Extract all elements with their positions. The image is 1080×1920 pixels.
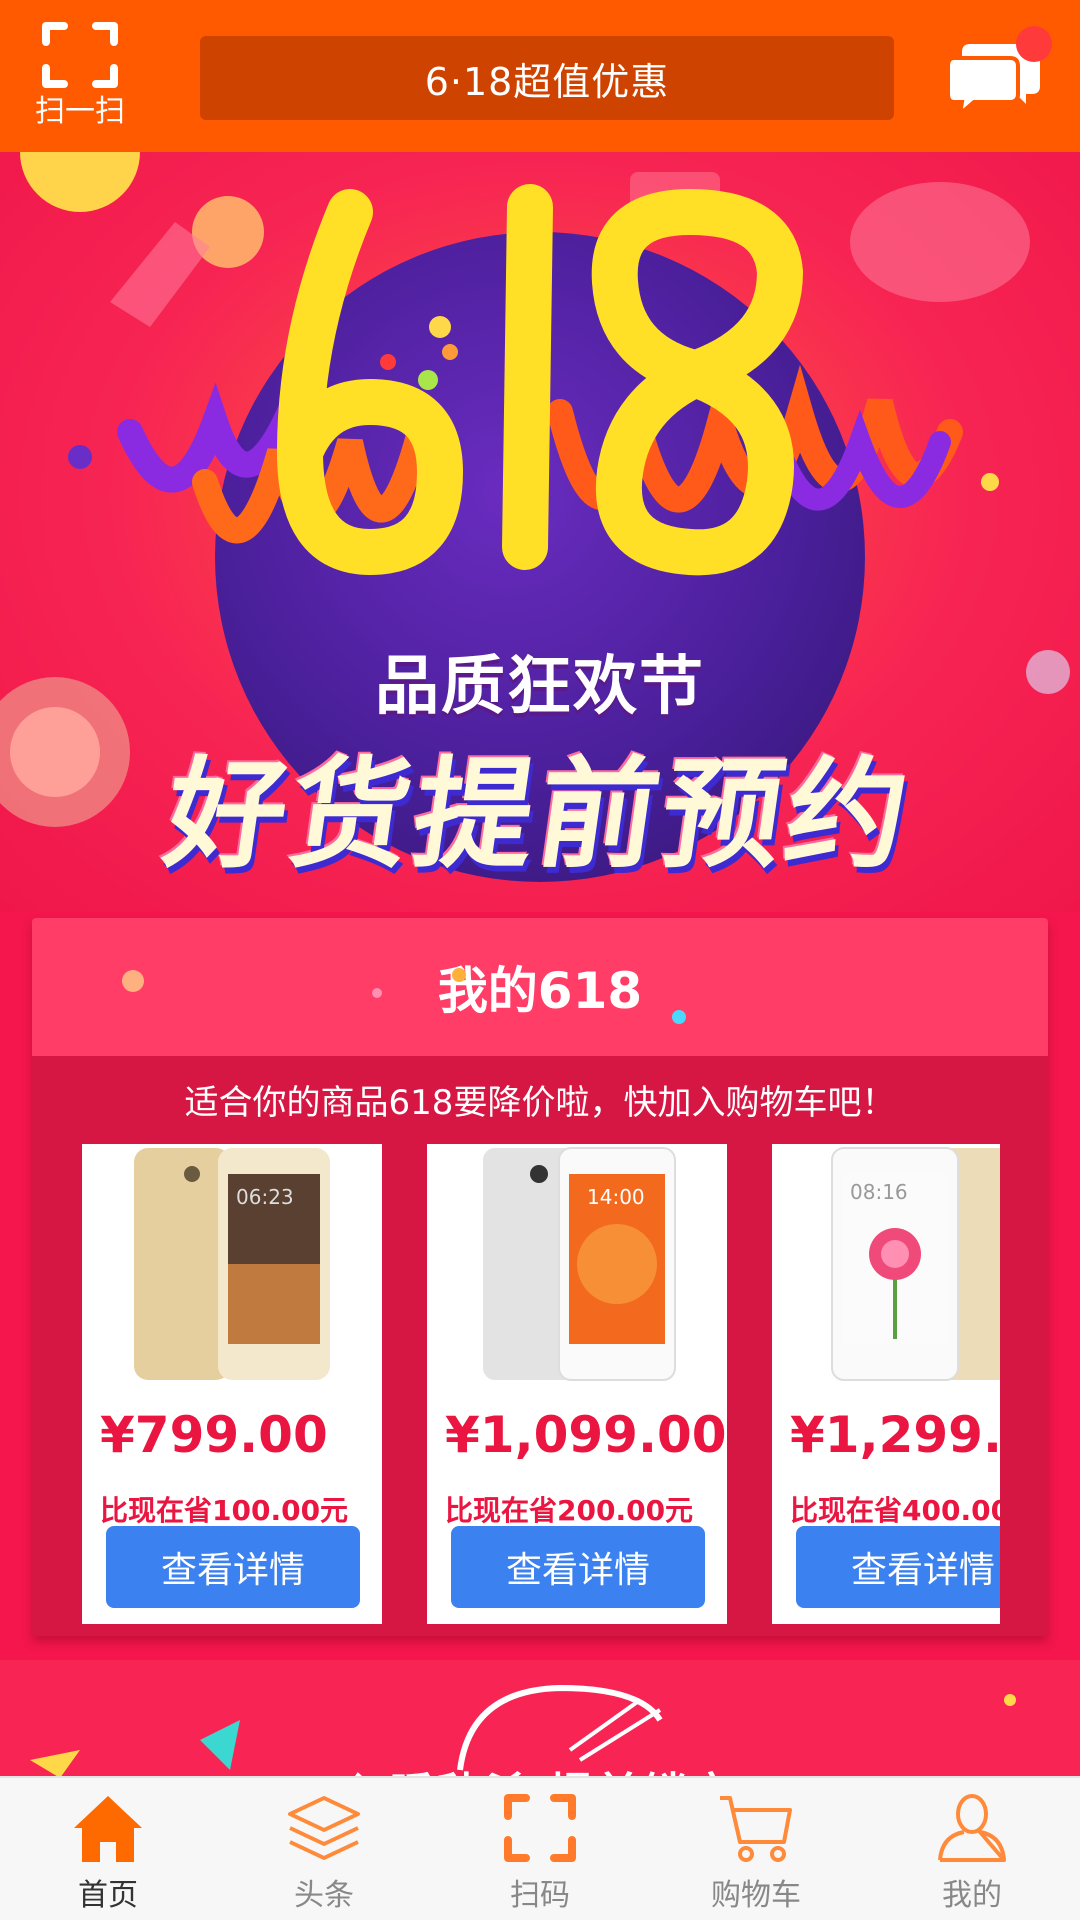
product-savings: 比现在省200.00元	[445, 1494, 694, 1527]
flash-sale-teaser[interactable]: 入睡秒杀 提前锁定	[0, 1660, 1080, 1778]
product-image-phone-max: 08:16	[831, 1147, 1000, 1381]
decor-dot	[122, 970, 144, 992]
tab-label: 头条	[294, 1878, 354, 1913]
product-price: ¥1,099.00	[445, 1406, 727, 1464]
my618-title: 我的618	[437, 962, 643, 1020]
decor-dot	[672, 1010, 686, 1024]
teaser-text: 入睡秒杀 提前锁定	[0, 1758, 1080, 1778]
home-icon	[74, 1796, 142, 1862]
message-button[interactable]	[948, 26, 1052, 118]
product-carousel[interactable]: 06:23 ¥799.00 比现在省100.00元 查看详情 14:00 ¥1,…	[82, 1144, 1000, 1624]
tab-profile[interactable]: 我的	[864, 1778, 1080, 1920]
product-card[interactable]: 14:00 ¥1,099.00 比现在省200.00元 查看详情	[427, 1144, 727, 1624]
product-image-phone-gold: 06:23	[134, 1148, 330, 1380]
product-card[interactable]: 08:16 ¥1,299.00 比现在省400.00元 查看详情	[772, 1144, 1000, 1624]
tab-label: 扫码	[510, 1878, 570, 1913]
tab-label: 首页	[78, 1878, 138, 1913]
view-details-button[interactable]: 查看详情	[796, 1526, 1000, 1608]
my618-tip: 适合你的商品618要降价啦，快加入购物车吧！	[184, 1083, 896, 1123]
my618-panel: 我的618 适合你的商品618要降价啦，快加入购物车吧！ 06:23 ¥799.…	[32, 918, 1048, 1636]
bottom-tab-bar: 首页 头条 扫码 购物车 我的	[0, 1776, 1080, 1920]
my618-header: 我的618	[32, 918, 1048, 1056]
layers-icon	[288, 1796, 360, 1860]
svg-text:14:00: 14:00	[587, 1185, 645, 1209]
unread-badge	[1016, 26, 1052, 62]
product-price: ¥799.00	[100, 1406, 328, 1464]
banner-headline: 好货提前预约	[156, 746, 921, 885]
decor-dot	[372, 988, 382, 998]
banner-subtitle: 品质狂欢节	[375, 650, 705, 724]
top-header: 扫一扫 6·18超值优惠	[0, 0, 1080, 152]
product-savings: 比现在省400.00元	[790, 1494, 1000, 1527]
user-icon	[938, 1794, 1006, 1862]
decor-dot	[452, 968, 466, 982]
scan-icon	[42, 22, 118, 88]
hero-banner[interactable]: 品质狂欢节 好货提前预约	[0, 152, 1080, 912]
product-image-phone-white: 14:00	[483, 1147, 676, 1381]
promo-search-bar[interactable]: 6·18超值优惠	[200, 36, 894, 120]
svg-text:08:16: 08:16	[850, 1180, 908, 1204]
tab-label: 我的	[942, 1878, 1002, 1913]
product-card[interactable]: 06:23 ¥799.00 比现在省100.00元 查看详情	[82, 1144, 382, 1624]
tab-scan[interactable]: 扫码	[432, 1778, 648, 1920]
view-details-button[interactable]: 查看详情	[106, 1526, 360, 1608]
view-details-button[interactable]: 查看详情	[451, 1526, 705, 1608]
tab-label: 购物车	[711, 1878, 801, 1913]
cart-icon	[720, 1796, 792, 1862]
svg-text:06:23: 06:23	[236, 1185, 294, 1209]
scan-label: 扫一扫	[35, 94, 125, 129]
scan-button[interactable]: 扫一扫	[18, 14, 142, 138]
tab-cart[interactable]: 购物车	[648, 1778, 864, 1920]
product-savings: 比现在省100.00元	[100, 1494, 349, 1527]
tab-headlines[interactable]: 头条	[216, 1778, 432, 1920]
product-price: ¥1,299.00	[790, 1406, 1000, 1464]
scan-icon	[504, 1794, 576, 1862]
tab-home[interactable]: 首页	[0, 1778, 216, 1920]
